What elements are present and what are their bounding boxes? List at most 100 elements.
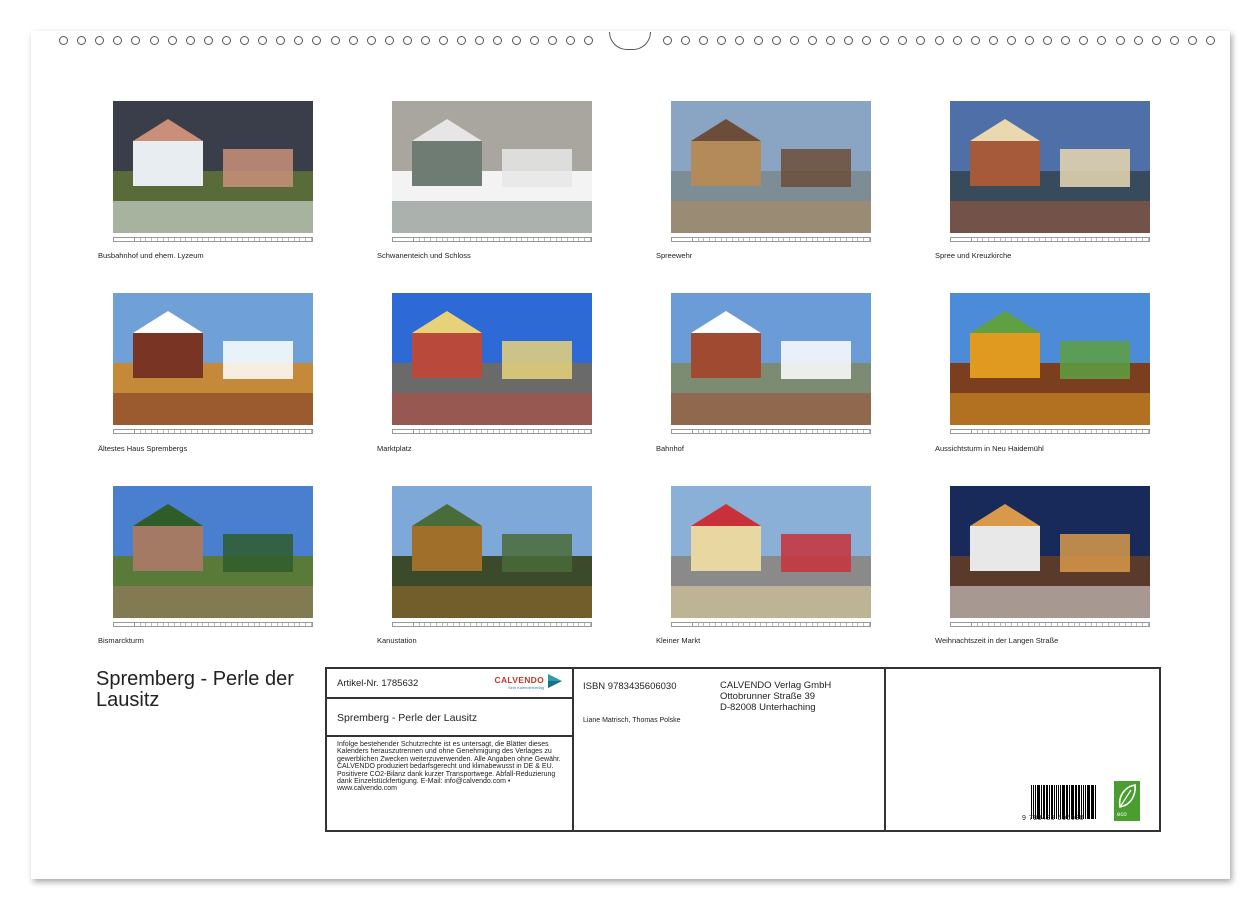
binding-hole	[493, 36, 503, 45]
mini-calendar-day	[1143, 623, 1149, 626]
binding-hole	[59, 36, 68, 45]
photo-thumbnail	[671, 486, 871, 627]
binding-hole	[1206, 36, 1215, 45]
binding-hole	[934, 36, 944, 45]
photo-caption: Schwanenteich und Schloss	[377, 251, 471, 260]
photo-caption: Bismarckturm	[98, 636, 144, 645]
binding-hole	[276, 36, 286, 45]
mini-calendar-day	[1143, 430, 1149, 433]
mini-calendar-strip	[113, 237, 313, 242]
photo-thumbnail	[113, 486, 313, 627]
mini-calendar-month	[393, 238, 414, 241]
binding-hole	[258, 36, 268, 45]
mini-calendar-month	[951, 430, 972, 433]
binding-hole	[565, 36, 575, 45]
binding-hole	[77, 36, 87, 45]
binding-hole	[167, 36, 177, 45]
barcode-bar	[1061, 785, 1063, 819]
binding-hole	[717, 36, 727, 45]
calvendo-flag-icon	[548, 674, 562, 688]
binding-hole	[771, 36, 781, 45]
photo-image	[950, 101, 1150, 233]
barcode-bar	[1035, 785, 1036, 819]
info-column-left: Artikel-Nr. 1785632 CALVENDO Sein Kalend…	[327, 669, 574, 830]
binding-hole	[699, 36, 709, 45]
barcode-bar	[1057, 785, 1060, 819]
binding-hole	[421, 36, 430, 45]
publisher-city: D-82008 Unterhaching	[720, 702, 816, 713]
binding-hole	[113, 36, 123, 45]
mini-calendar-strip	[113, 429, 313, 434]
barcode-bar	[1032, 785, 1035, 819]
binding-hole	[203, 36, 213, 45]
binding-hole	[529, 36, 539, 45]
mini-calendar-month	[951, 623, 972, 626]
mini-calendar-strip	[671, 237, 871, 242]
binding-hole	[348, 36, 358, 45]
binding-hole	[916, 36, 926, 45]
mini-calendar-month	[672, 238, 693, 241]
mini-calendar-day	[864, 623, 870, 626]
photo-caption: Kleiner Markt	[656, 636, 701, 645]
photo-caption: Busbahnhof und ehem. Lyzeum	[98, 251, 204, 260]
barcode-bar	[1088, 785, 1090, 819]
barcode-number: 9 783435 606030	[1022, 815, 1084, 822]
binding-hole	[753, 36, 763, 45]
mini-calendar-strip	[392, 237, 592, 242]
barcode-bar	[1095, 785, 1097, 819]
isbn: ISBN 9783435606030	[583, 681, 677, 692]
mini-calendar-day	[864, 238, 870, 241]
mini-calendar-day	[306, 623, 312, 626]
barcode-bar	[1080, 785, 1082, 819]
spiral-binding	[0, 32, 1260, 52]
barcode-bar	[1038, 785, 1041, 819]
binding-hole	[312, 36, 322, 45]
mini-calendar-strip	[392, 429, 592, 434]
binding-hole	[880, 36, 890, 45]
binding-hole	[1006, 36, 1016, 45]
photo-image	[392, 486, 592, 618]
mini-calendar-strip	[950, 429, 1150, 434]
leaf-icon	[1118, 784, 1136, 808]
calvendo-logo-text: CALVENDO	[494, 675, 544, 685]
photo-image	[671, 293, 871, 425]
binding-hole	[1133, 36, 1143, 45]
binding-hole	[185, 36, 195, 45]
mini-calendar-month	[393, 430, 414, 433]
binding-hole	[457, 36, 467, 45]
barcode-bar	[1060, 785, 1061, 819]
binding-hole	[681, 36, 691, 45]
binding-hole	[1043, 36, 1053, 45]
photo-thumbnail	[950, 101, 1150, 242]
photo-thumbnail	[950, 486, 1150, 627]
photo-caption: Spree und Kreuzkirche	[935, 251, 1012, 260]
barcode-bar	[1072, 785, 1074, 819]
photo-image	[392, 293, 592, 425]
info-column-middle: ISBN 9783435606030 Liane Matrisch, Thoma…	[574, 669, 886, 830]
photo-thumbnail	[113, 101, 313, 242]
photo-thumbnail	[671, 293, 871, 434]
photo-caption: Marktplatz	[377, 444, 412, 453]
binding-hole	[221, 36, 231, 45]
mini-calendar-day	[585, 238, 591, 241]
binding-hole	[844, 36, 853, 45]
hanger-notch	[609, 32, 651, 50]
photo-image	[113, 486, 313, 618]
photo-caption: Weihnachtszeit in der Langen Straße	[935, 636, 1059, 645]
photo-caption: Bahnhof	[656, 444, 684, 453]
binding-hole	[952, 36, 962, 45]
barcode-bar	[1054, 785, 1055, 819]
article-number: Artikel-Nr. 1785632	[337, 678, 419, 689]
binding-hole	[240, 36, 249, 45]
photo-image	[671, 101, 871, 233]
photo-caption: Kanustation	[377, 636, 417, 645]
barcode-bar	[1036, 785, 1038, 819]
binding-hole	[1061, 36, 1071, 45]
binding-hole	[384, 36, 394, 45]
binding-hole	[663, 36, 672, 45]
barcode	[1031, 781, 1097, 819]
barcode-bar	[1076, 785, 1077, 819]
mini-calendar-month	[951, 238, 972, 241]
binding-hole	[131, 36, 141, 45]
mini-calendar-day	[1143, 238, 1149, 241]
